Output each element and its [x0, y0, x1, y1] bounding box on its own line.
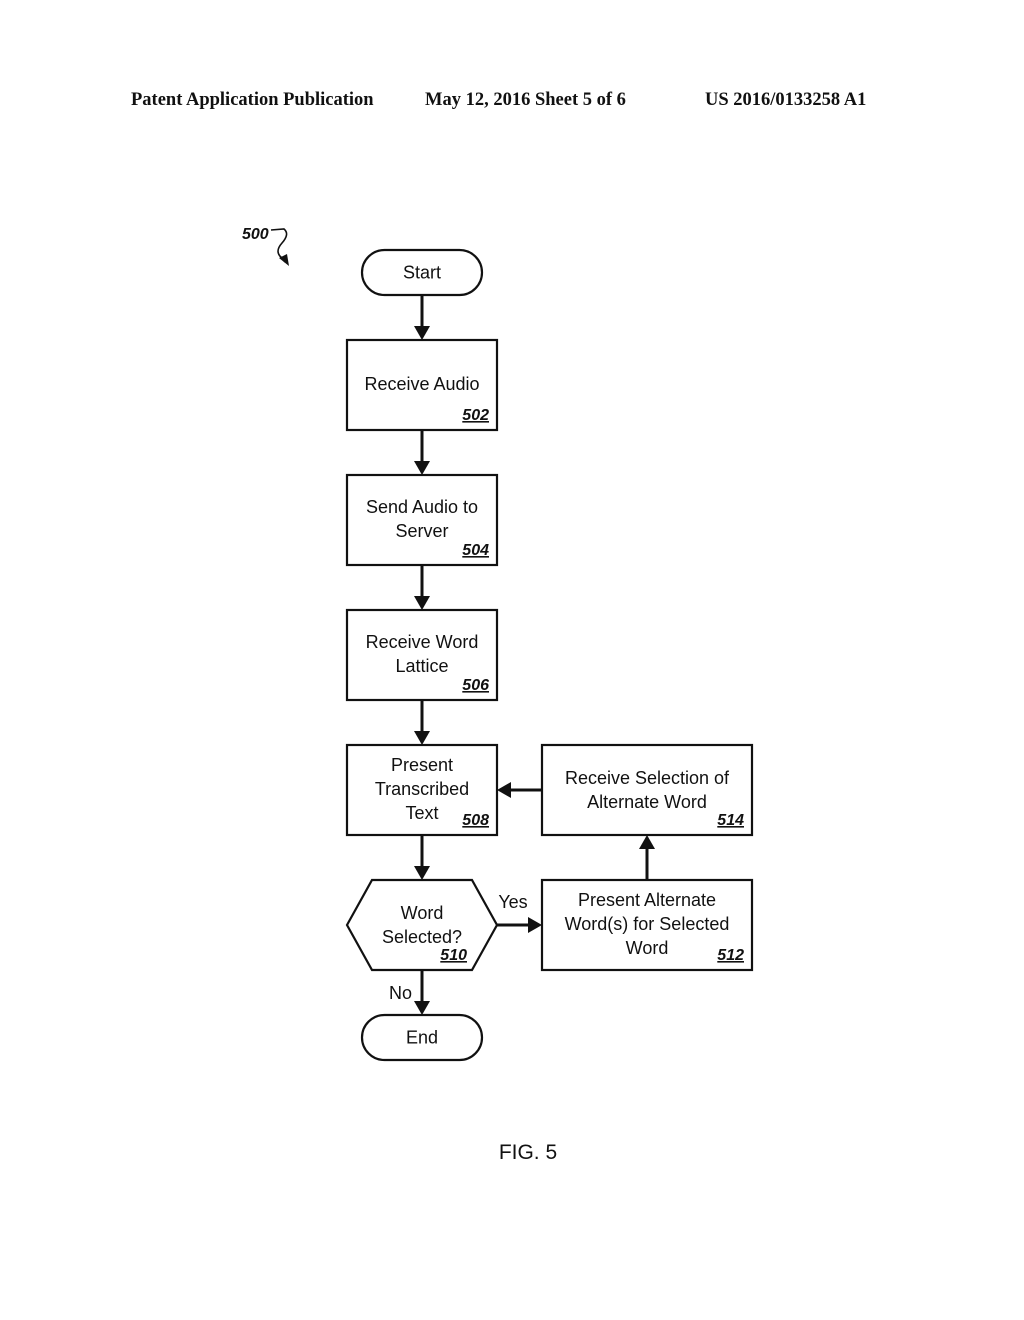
- n508-label-line: Text: [405, 803, 438, 823]
- edge-n512-to-n514-arrowhead: [639, 835, 655, 849]
- edge-n502-to-n504: [414, 430, 430, 475]
- n504-label-line: Server: [395, 521, 448, 541]
- n504-reference-number: 504: [462, 542, 489, 559]
- figure-ref-number: 500: [242, 226, 269, 243]
- n502-label-line: Receive Audio: [364, 374, 479, 394]
- edge-n508-to-n510: [414, 835, 430, 880]
- n508-reference-number: 508: [462, 812, 489, 829]
- n510-decision-shape: [345, 878, 499, 972]
- end-label-line: End: [406, 1028, 438, 1048]
- flowchart-node-n514: Receive Selection of Alternate Word 514: [540, 743, 754, 837]
- edge-label-no: No: [389, 983, 412, 1003]
- n508-label-line: Present: [391, 755, 453, 775]
- flowchart-node-n504: Send Audio to Server 504: [345, 473, 499, 567]
- edge-n502-to-n504-arrowhead: [414, 461, 430, 475]
- n502-reference-number: 502: [462, 407, 489, 424]
- edge-n510-to-n512: Yes: [497, 892, 542, 933]
- n506-label-line: Lattice: [395, 656, 448, 676]
- edge-n514-to-n508: [497, 782, 542, 798]
- flowchart-diagram: 500 Yes No Start Receive Audio 502 Send Audi…: [242, 226, 754, 1164]
- n506-label-line: Receive Word: [366, 632, 479, 652]
- n512-reference-number: 512: [717, 947, 744, 964]
- flowchart-node-n510: Word Selected?510: [345, 878, 499, 972]
- edge-start-to-n502-arrowhead: [414, 326, 430, 340]
- edge-n508-to-n510-arrowhead: [414, 866, 430, 880]
- edge-n512-to-n514: [639, 835, 655, 880]
- n506-reference-number: 506: [462, 677, 489, 694]
- flowchart-node-n512: Present Alternate Word(s) for Selected Wor…: [540, 878, 754, 972]
- n514-label-line: Alternate Word: [587, 792, 707, 812]
- flowchart-node-n502: Receive Audio 502: [345, 338, 499, 432]
- n512-label-line: Word(s) for Selected: [565, 914, 730, 934]
- edge-n506-to-n508-arrowhead: [414, 731, 430, 745]
- edge-n510-to-end-arrowhead: [414, 1001, 430, 1015]
- n514-reference-number: 514: [717, 812, 744, 829]
- n514-label-line: Receive Selection of: [565, 768, 730, 788]
- start-label-line: Start: [403, 263, 441, 283]
- n510-label-line: Selected?: [382, 927, 462, 947]
- edge-n514-to-n508-arrowhead: [497, 782, 511, 798]
- flowchart-node-n506: Receive Word Lattice 506: [345, 608, 499, 702]
- edge-n504-to-n506: [414, 565, 430, 610]
- edge-start-to-n502: [414, 295, 430, 340]
- edge-n510-to-end: No: [389, 970, 430, 1015]
- flowchart-node-n508: Present Transcribed Text 508: [345, 743, 499, 837]
- flowchart-node-end: End: [360, 1013, 484, 1062]
- n508-label-line: Transcribed: [375, 779, 469, 799]
- edge-n504-to-n506-arrowhead: [414, 596, 430, 610]
- n512-label-line: Word: [626, 938, 669, 958]
- n512-label-line: Present Alternate: [578, 890, 716, 910]
- edge-label-yes: Yes: [498, 892, 527, 912]
- figure-caption: FIG. 5: [499, 1141, 557, 1164]
- n504-label-line: Send Audio to: [366, 497, 478, 517]
- n510-reference-number: 510: [440, 947, 467, 964]
- n510-label-line: Word: [401, 903, 444, 923]
- edge-n506-to-n508: [414, 700, 430, 745]
- edge-n510-to-n512-arrowhead: [528, 917, 542, 933]
- flowchart-node-start: Start: [360, 248, 484, 297]
